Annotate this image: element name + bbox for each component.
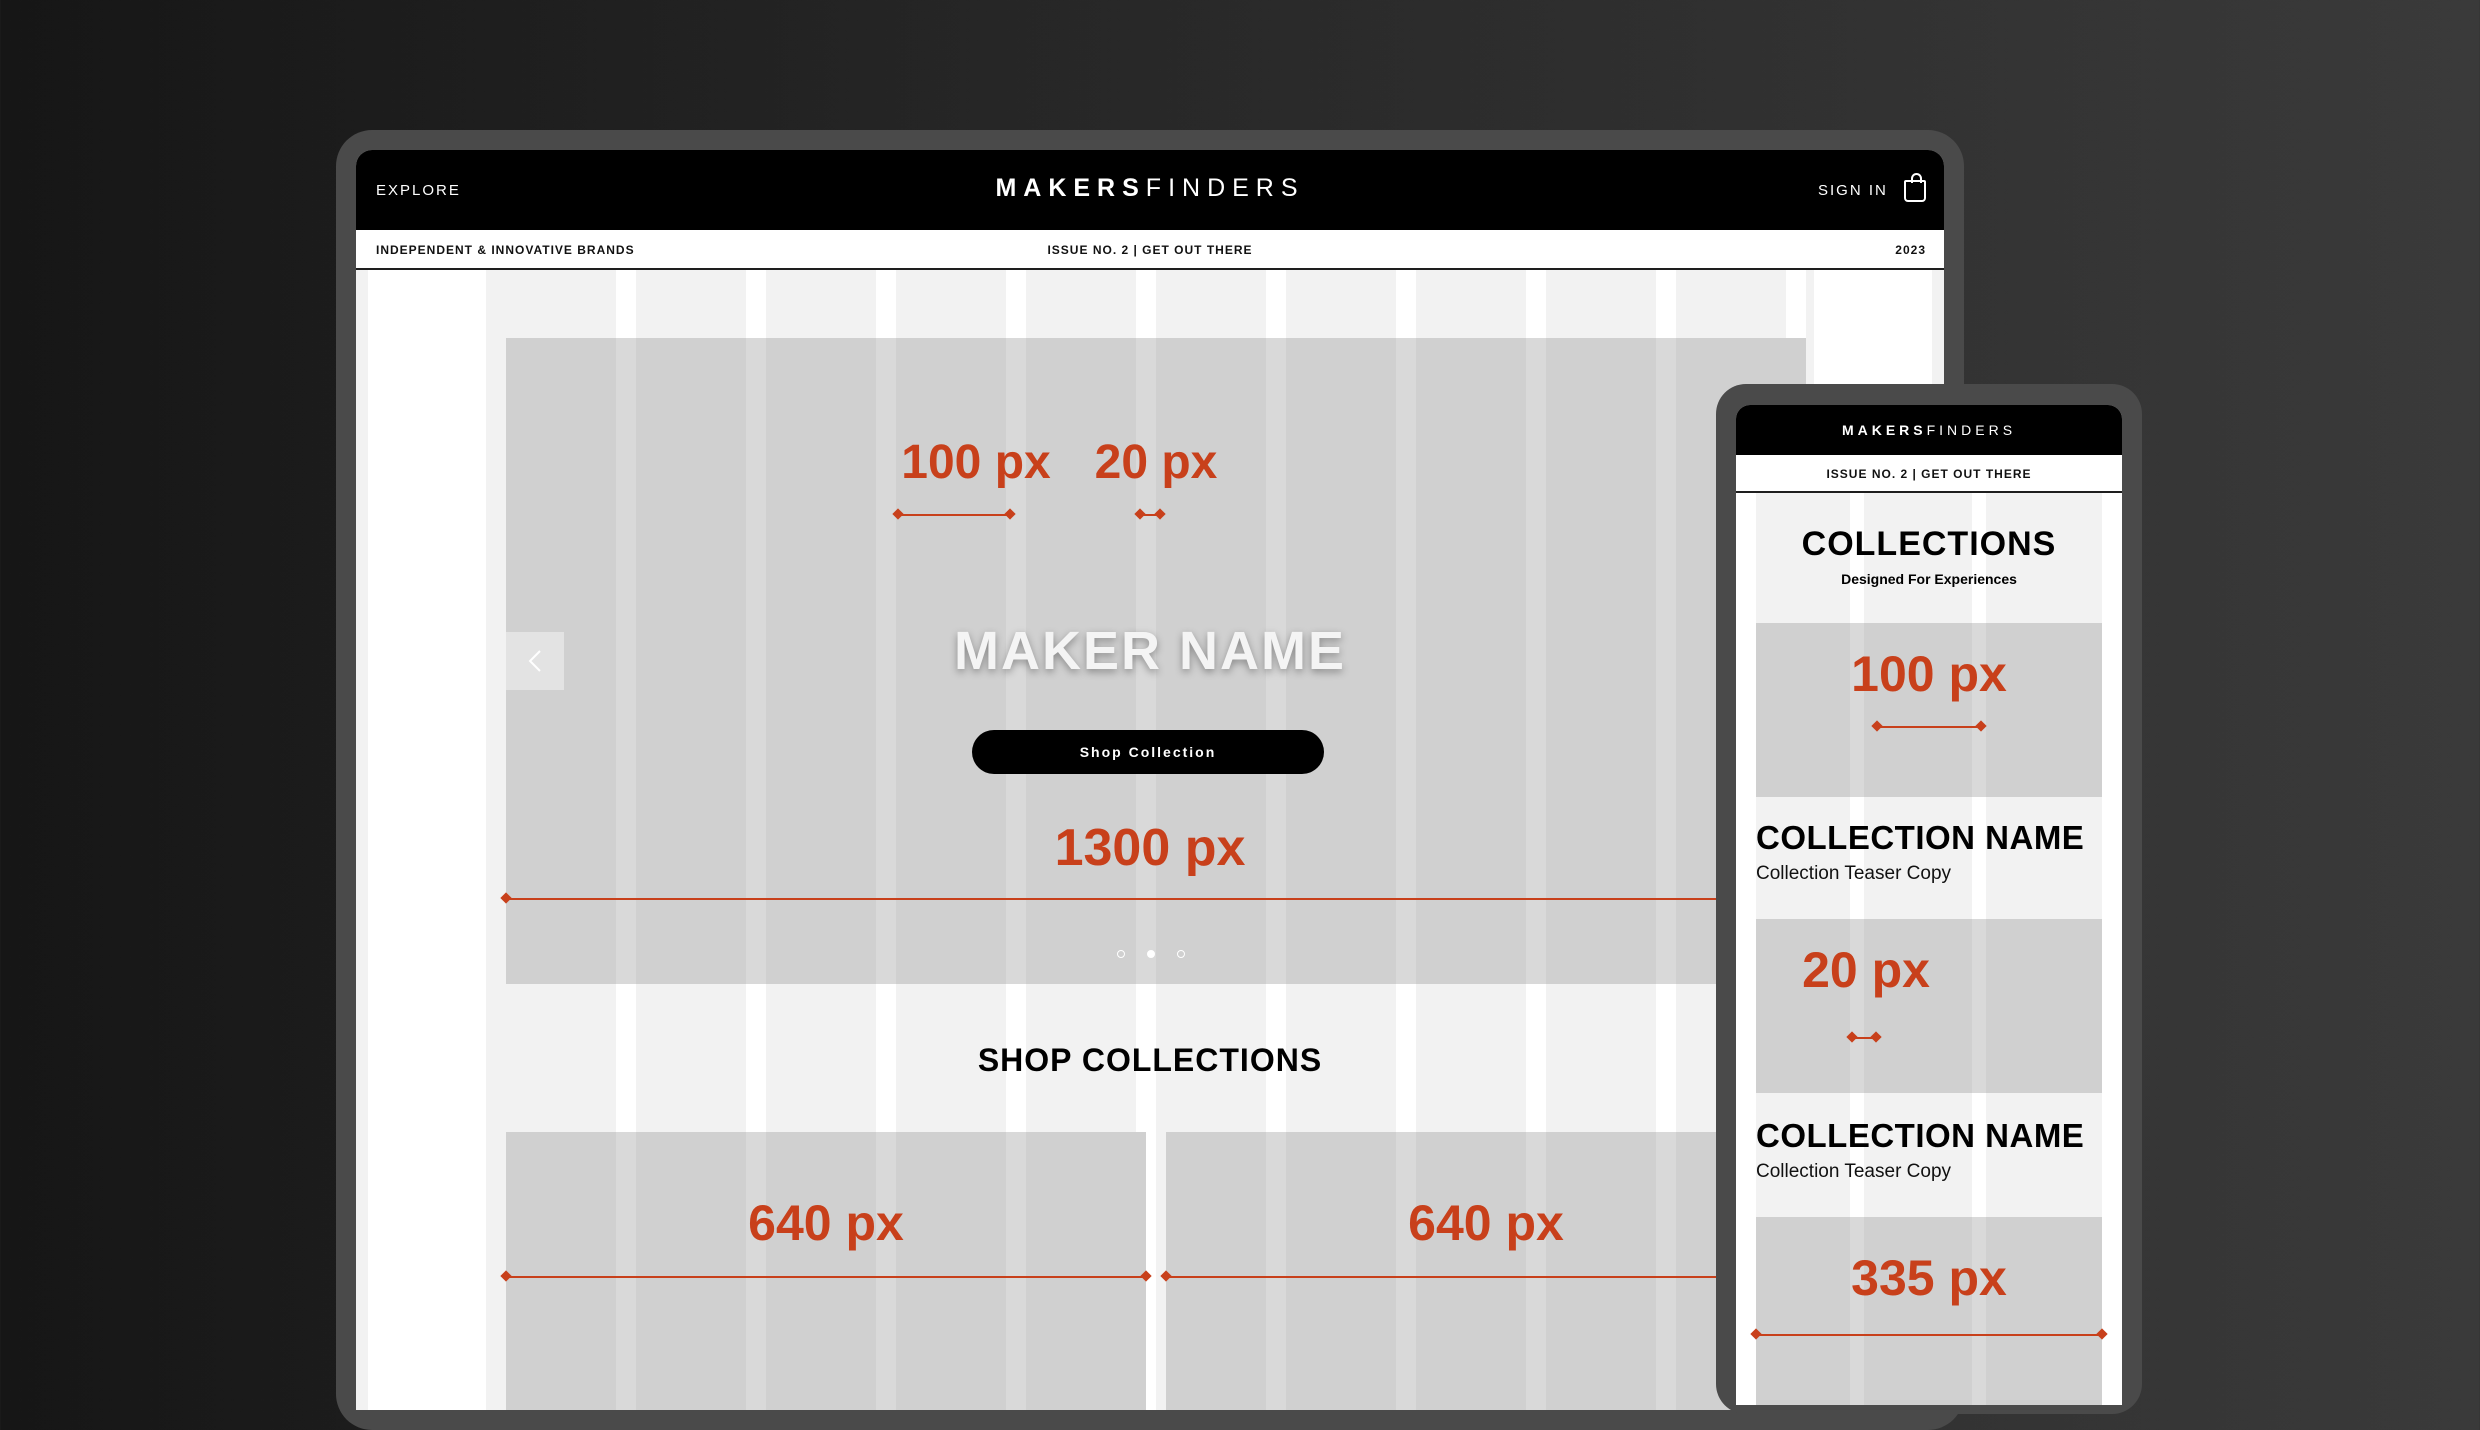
tile-gutter-label: 20 px — [1802, 942, 1930, 998]
tile-width-marker — [1166, 1276, 1806, 1278]
site-logo[interactable]: MAKERSFINDERS — [356, 174, 1944, 203]
mobile-collection-tile[interactable] — [1756, 1217, 2102, 1405]
grid-column — [368, 268, 486, 1410]
hero-width-label: 1300 px — [1054, 819, 1246, 877]
mobile-site-logo[interactable]: MAKERSFINDERS — [1736, 422, 2122, 438]
carousel-dot-2[interactable] — [1147, 950, 1155, 958]
tile-gutter-marker — [1852, 1037, 1876, 1039]
announcement-center: ISSUE NO. 2 | GET OUT THERE — [1047, 243, 1253, 257]
tile-width-label: 335 px — [1851, 1250, 2007, 1306]
shopping-bag-icon[interactable] — [1904, 173, 1926, 202]
gutter-width-label: 20 px — [1094, 436, 1218, 489]
tile-width-marker — [506, 1276, 1146, 1278]
desktop-screen: EXPLORE MAKERSFINDERS SIGN IN INDEPENDEN… — [356, 150, 1944, 1410]
tile-grid-column — [746, 1132, 766, 1410]
hero-width-marker — [506, 898, 1806, 900]
carousel-dot-3[interactable] — [1177, 950, 1185, 958]
mobile-screen: MAKERSFINDERS ISSUE NO. 2 | GET OUT THER… — [1736, 405, 2122, 1405]
collection-name[interactable]: COLLECTION NAME — [1756, 819, 2084, 857]
gutter-width-marker — [1140, 514, 1160, 516]
mobile-announcement-text: ISSUE NO. 2 | GET OUT THERE — [1826, 467, 2032, 481]
tile-grid-column — [1850, 1217, 1864, 1405]
collection-tile[interactable] — [506, 1132, 1146, 1410]
logo-finders: FINDERS — [1926, 422, 2017, 438]
tile-width-marker — [1756, 1334, 2102, 1336]
shop-collections-heading: SHOP COLLECTIONS — [977, 1042, 1323, 1078]
tile-grid-column — [1266, 1132, 1286, 1410]
logo-makers: MAKERS — [1841, 422, 1927, 438]
maker-name-heading: MAKER NAME — [954, 621, 1346, 681]
logo-makers: MAKERS — [995, 174, 1146, 202]
tile-grid-column — [876, 1132, 896, 1410]
mobile-announcement-bar: ISSUE NO. 2 | GET OUT THERE — [1736, 455, 2122, 493]
tile-grid-column — [1526, 1132, 1546, 1410]
collections-tagline: Designed For Experiences — [1841, 571, 2017, 587]
collections-heading: COLLECTIONS — [1801, 525, 2057, 563]
collection-teaser: Collection Teaser Copy — [1756, 863, 1952, 884]
collection-name[interactable]: COLLECTION NAME — [1756, 1117, 2084, 1155]
tile-grid-column — [1656, 1132, 1676, 1410]
tile-grid-column — [1396, 1132, 1416, 1410]
collection-teaser: Collection Teaser Copy — [1756, 1161, 1952, 1182]
tile-column-label: 100 px — [1851, 646, 2007, 702]
shop-collection-button[interactable]: Shop Collection — [972, 730, 1324, 774]
carousel-dot-1[interactable] — [1117, 950, 1125, 958]
collection-tile[interactable] — [1166, 1132, 1806, 1410]
tile-column-marker — [1877, 726, 1981, 728]
tile-grid-column — [1006, 1132, 1026, 1410]
logo-finders: FINDERS — [1145, 174, 1305, 202]
announcement-right: 2023 — [1895, 243, 1926, 257]
tile-width-label: 640 px — [1408, 1195, 1564, 1251]
column-width-marker — [898, 514, 1010, 516]
tile-grid-column — [616, 1132, 636, 1410]
tile-grid-column — [1972, 1217, 1986, 1405]
grid-column — [2102, 493, 2122, 1405]
sign-in-link[interactable]: SIGN IN — [1818, 182, 1888, 199]
tile-width-label: 640 px — [748, 1195, 904, 1251]
site-header: EXPLORE MAKERSFINDERS SIGN IN — [356, 150, 1944, 230]
announcement-bar: INDEPENDENT & INNOVATIVE BRANDS ISSUE NO… — [356, 230, 1944, 270]
mobile-header: MAKERSFINDERS — [1736, 405, 2122, 455]
